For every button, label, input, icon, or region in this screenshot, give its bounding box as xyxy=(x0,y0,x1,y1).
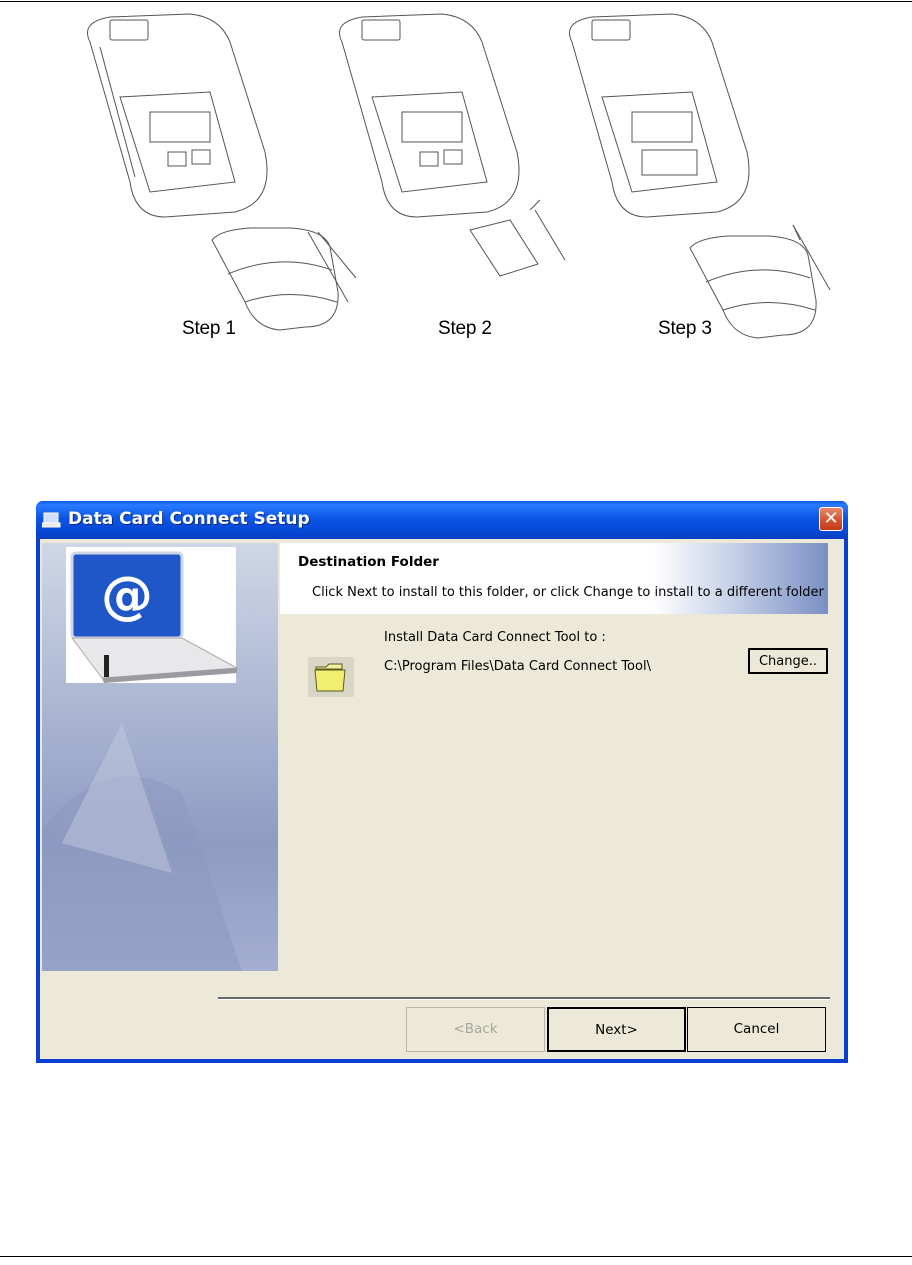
step3-device-drawing xyxy=(569,13,750,218)
back-button[interactable]: <Back xyxy=(406,1007,545,1052)
step1-device-drawing xyxy=(87,13,268,218)
step-3-label: Step 3 xyxy=(658,318,712,339)
step-1-label: Step 1 xyxy=(182,318,236,339)
next-button[interactable]: Next> xyxy=(547,1007,686,1052)
setup-dialog-window: Data Card Connect Setup ✕ @ Destination … xyxy=(36,501,848,1063)
step-2-label: Step 2 xyxy=(438,318,492,339)
setup-app-icon xyxy=(42,512,61,528)
dialog-client-area: @ Destination Folder Click Next to insta… xyxy=(40,539,844,1059)
folder-icon xyxy=(314,663,346,692)
svg-text:@: @ xyxy=(101,566,153,626)
page-bottom-rule xyxy=(0,1256,912,1257)
close-button[interactable]: ✕ xyxy=(819,507,843,531)
folder-icon-frame xyxy=(308,657,354,697)
install-path-text: C:\Program Files\Data Card Connect Tool\ xyxy=(384,659,651,674)
page-subtitle: Click Next to install to this folder, or… xyxy=(312,585,824,600)
title-bar[interactable]: Data Card Connect Setup ✕ xyxy=(36,501,848,539)
device-steps-drawing xyxy=(87,13,831,339)
button-area-separator xyxy=(218,997,830,1000)
install-to-label: Install Data Card Connect Tool to : xyxy=(384,630,606,645)
step1-cover-drawing xyxy=(211,227,357,331)
window-title: Data Card Connect Setup xyxy=(68,509,310,529)
cancel-button[interactable]: Cancel xyxy=(687,1007,826,1052)
side-banner-graphic: @ xyxy=(42,543,278,971)
step2-sim-card-drawing xyxy=(469,199,566,277)
sim-card-insertion-illustration: Step 1 Step 2 Step 3 xyxy=(60,2,850,347)
change-button[interactable]: Change.. xyxy=(748,648,828,674)
step2-device-drawing xyxy=(339,13,520,218)
page-title: Destination Folder xyxy=(298,554,439,570)
page-header: Destination Folder Click Next to install… xyxy=(280,543,828,614)
laptop-at-sign-graphic: @ xyxy=(42,547,242,971)
close-icon: ✕ xyxy=(823,508,839,529)
